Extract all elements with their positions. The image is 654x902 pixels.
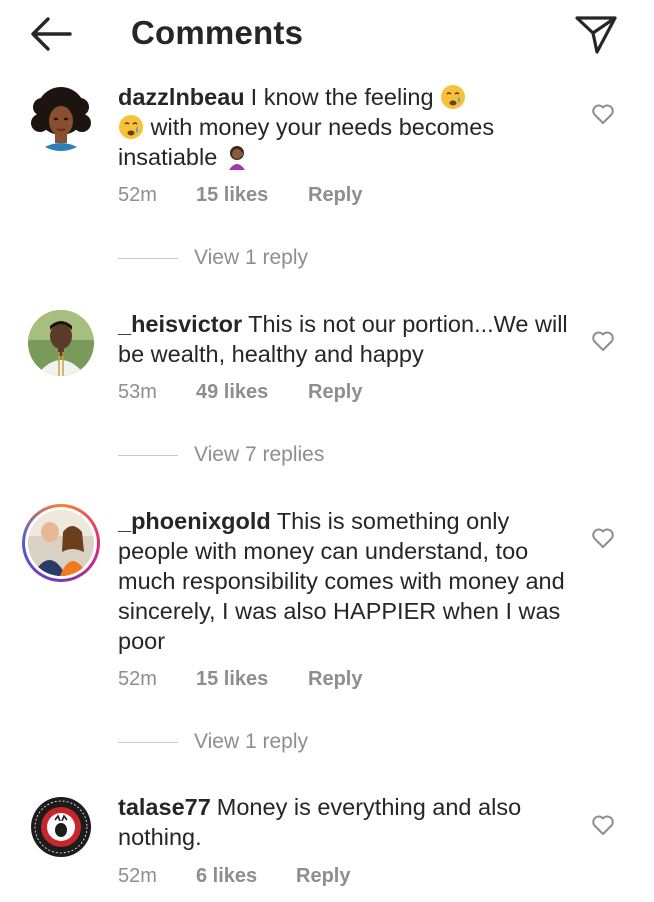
like-button[interactable] — [591, 527, 615, 549]
arrow-left-icon — [31, 17, 72, 51]
comment-username[interactable]: talase77 — [118, 794, 211, 820]
back-button[interactable] — [26, 14, 76, 54]
reply-button[interactable]: Reply — [296, 863, 350, 889]
comment-username[interactable]: _heisvictor — [118, 311, 242, 337]
comment-likes[interactable]: 6 likes — [196, 863, 296, 889]
heart-icon — [592, 815, 614, 835]
divider-line — [118, 257, 178, 260]
comment-meta: 52m 15 likes Reply — [118, 182, 362, 208]
comment-body: I know the feeling — [250, 84, 434, 110]
comment-time: 52m — [118, 865, 157, 887]
comment-likes[interactable]: 15 likes — [196, 666, 308, 692]
comment-username[interactable]: dazzlnbeau — [118, 84, 245, 110]
comment-body-cont: with money your needs becomes insatiable — [118, 114, 495, 170]
comment-text: _heisvictor This is not our portion...We … — [118, 309, 578, 369]
comment-text: talase77 Money is everything and also not… — [118, 792, 578, 852]
avatar[interactable] — [28, 310, 94, 376]
crying-face-icon — [118, 114, 144, 140]
comment-time: 52m — [118, 668, 157, 690]
avatar[interactable] — [28, 794, 94, 860]
avatar[interactable] — [28, 510, 94, 576]
comment-time: 53m — [118, 381, 157, 403]
avatar[interactable] — [28, 85, 94, 151]
heart-icon — [592, 104, 614, 124]
like-button[interactable] — [591, 330, 615, 352]
story-ring[interactable] — [22, 504, 100, 582]
paper-plane-icon — [575, 16, 617, 54]
comment-username[interactable]: _phoenixgold — [118, 508, 271, 534]
like-button[interactable] — [591, 814, 615, 836]
reply-button[interactable]: Reply — [308, 182, 362, 208]
header-bar: Comments — [0, 0, 654, 70]
view-replies-label: View 1 reply — [194, 246, 309, 269]
heart-icon — [592, 331, 614, 351]
divider-line — [118, 454, 178, 457]
comment-text: _phoenixgold This is something only peopl… — [118, 506, 578, 656]
view-replies-button[interactable]: View 1 reply — [118, 729, 308, 755]
divider-line — [118, 741, 178, 744]
heart-icon — [592, 528, 614, 548]
like-button[interactable] — [591, 103, 615, 125]
comment-text: dazzlnbeau I know the feeling with money … — [118, 82, 578, 172]
comment-meta: 52m 6 likes Reply — [118, 863, 350, 889]
woman-facepalming-icon — [224, 144, 250, 170]
view-replies-label: View 7 replies — [194, 443, 325, 466]
share-button[interactable] — [573, 12, 619, 56]
crying-face-icon — [440, 84, 466, 110]
view-replies-button[interactable]: View 7 replies — [118, 442, 324, 468]
view-replies-label: View 1 reply — [194, 730, 309, 753]
comment-likes[interactable]: 49 likes — [196, 379, 308, 405]
comment-likes[interactable]: 15 likes — [196, 182, 308, 208]
reply-button[interactable]: Reply — [308, 379, 362, 405]
page-title: Comments — [131, 14, 304, 51]
comment-meta: 52m 15 likes Reply — [118, 666, 362, 692]
comment-meta: 53m 49 likes Reply — [118, 379, 362, 405]
comment-time: 52m — [118, 184, 157, 206]
reply-button[interactable]: Reply — [308, 666, 362, 692]
view-replies-button[interactable]: View 1 reply — [118, 245, 308, 271]
